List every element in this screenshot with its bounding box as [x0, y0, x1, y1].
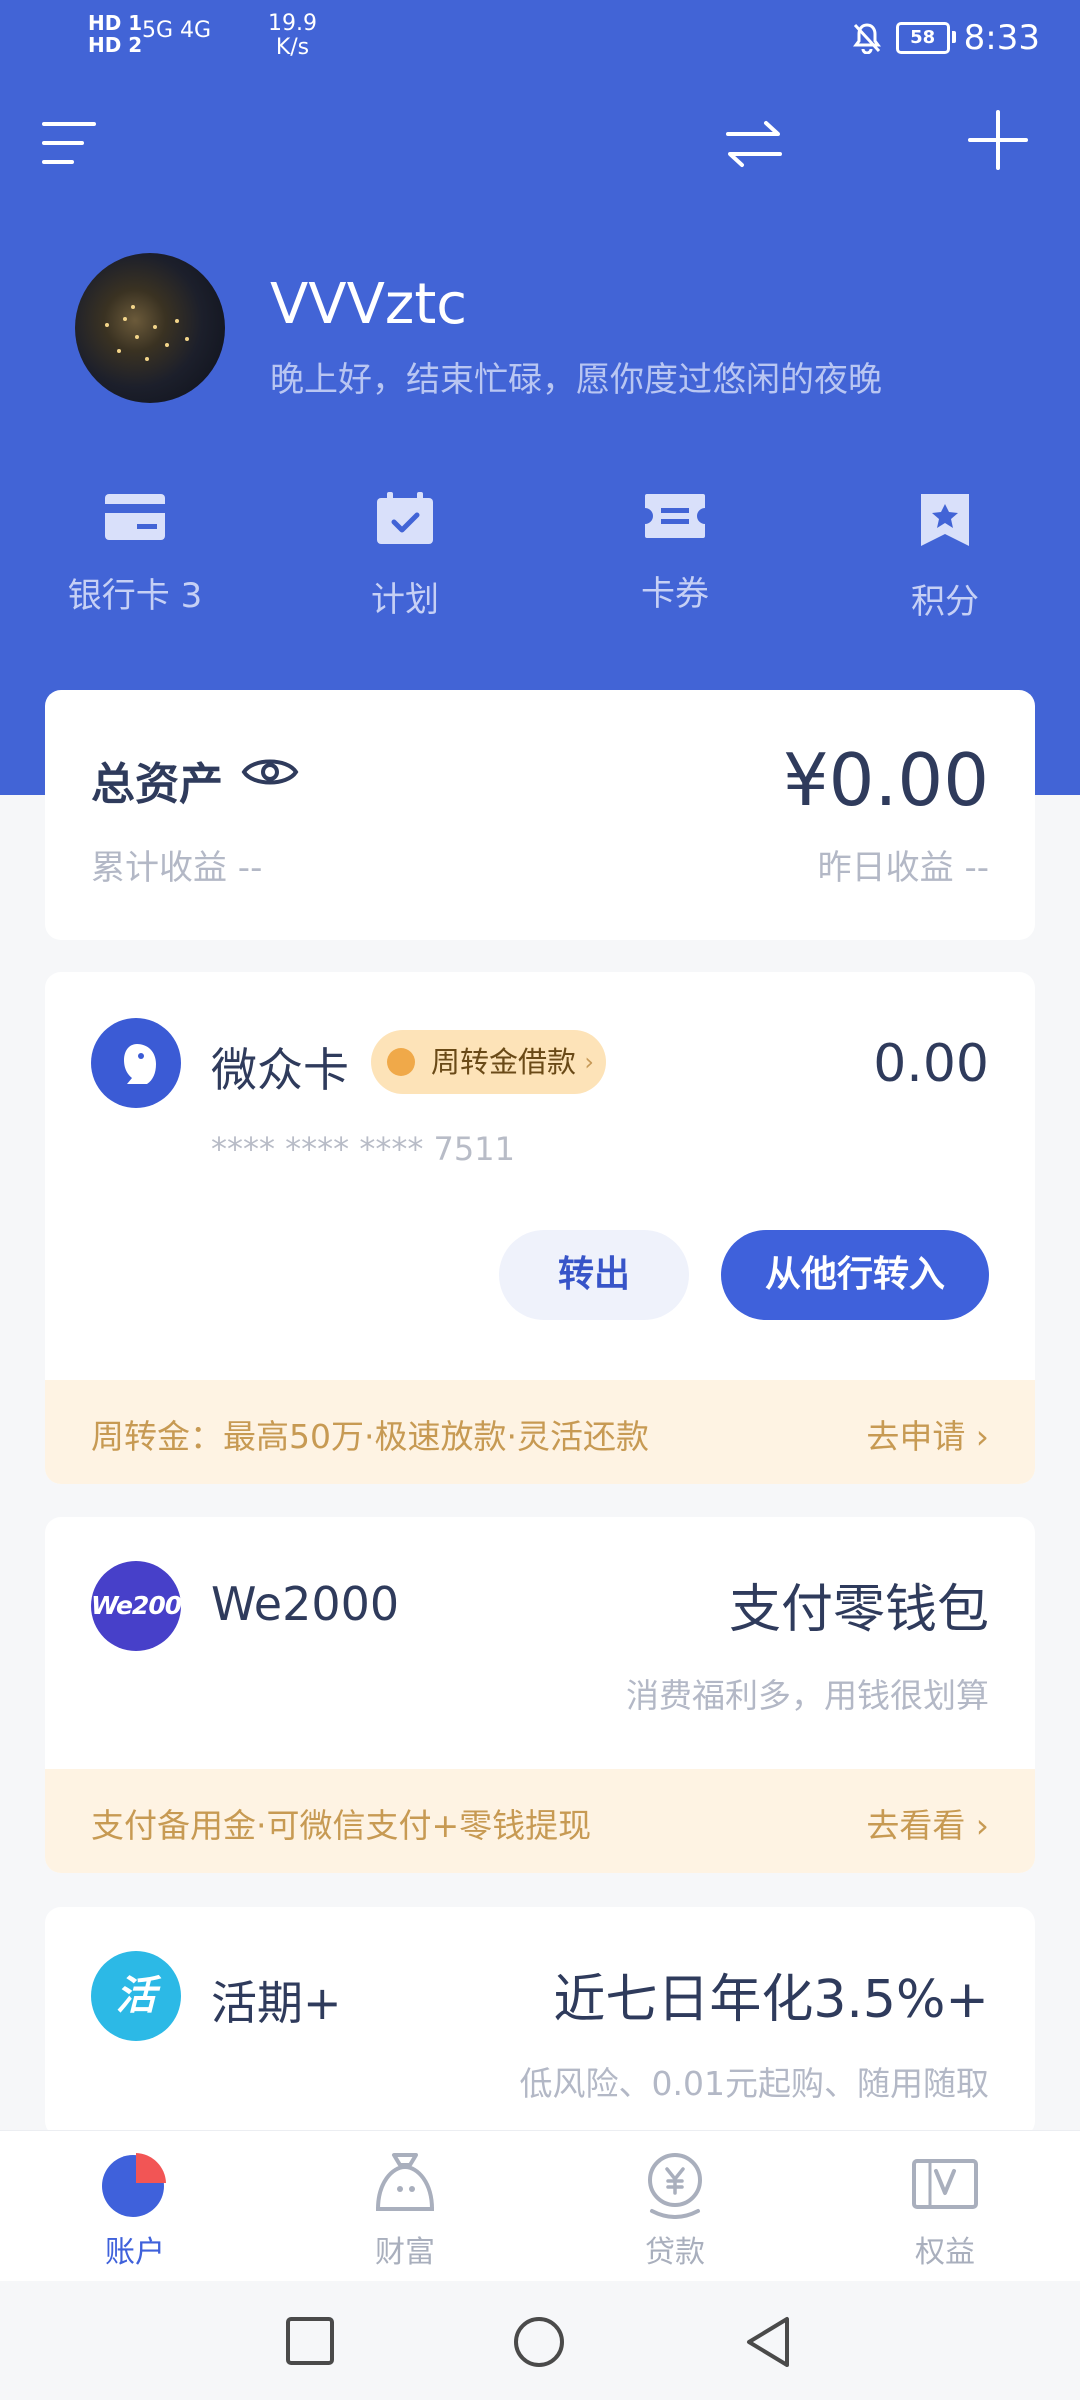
greeting-text: 晚上好，结束忙碌，愿你度过悠闲的夜晚 — [270, 360, 882, 400]
pie-chart-icon — [102, 2153, 166, 2217]
speed-unit: K/s — [275, 35, 310, 60]
promo-text: 周转金：最高50万·极速放款·灵活还款 — [91, 1417, 649, 1456]
tab-label: 权益 — [915, 2235, 975, 2270]
transfer-in-button[interactable]: 从他行转入 — [721, 1230, 989, 1320]
we2000-card[interactable]: We2000 We2000 支付零钱包 消费福利多，用钱很划算 支付备用金·可微… — [45, 1517, 1035, 1873]
weizhong-card[interactable]: 微众卡 周转金借款 › 0.00 **** **** **** 7511 转出 … — [45, 972, 1035, 1484]
total-asset-title: 总资产 — [91, 759, 223, 810]
loan-badge[interactable]: 周转金借款 › — [371, 1030, 607, 1094]
money-bag-icon — [376, 2153, 434, 2211]
shortcut-row: 银行卡 3 计划 卡券 积分 — [0, 480, 1080, 640]
hd-line-1: HD 1 — [88, 11, 143, 35]
eye-icon[interactable] — [241, 752, 299, 792]
promo-text: 支付备用金·可微信支付+零钱提现 — [91, 1806, 592, 1845]
total-asset-card[interactable]: 总资产 ¥0.00 累计收益 -- 昨日收益 -- — [45, 690, 1035, 940]
bottom-tab-bar: 账户 财富 贷款 权益 — [0, 2130, 1080, 2281]
apply-link[interactable]: 去申请 › — [866, 1410, 989, 1458]
shortcut-label: 计划 — [371, 580, 439, 620]
avatar[interactable] — [75, 253, 225, 403]
yuan-coin-icon — [648, 2153, 702, 2219]
huoqi-logo-icon: 活 — [91, 1951, 181, 2041]
transfer-icon[interactable] — [724, 114, 784, 174]
shortcut-points[interactable]: 积分 — [835, 480, 1055, 623]
weizhong-balance: 0.00 — [873, 1034, 989, 1094]
top-bar — [0, 100, 1080, 190]
tab-label: 贷款 — [645, 2235, 705, 2270]
cumulative-earnings: 累计收益 -- — [91, 848, 263, 888]
chevron-right-icon: › — [584, 1048, 595, 1076]
coin-icon — [387, 1048, 415, 1076]
add-icon[interactable] — [968, 110, 1028, 170]
view-link[interactable]: 去看看 › — [866, 1799, 989, 1847]
shortcut-label: 银行卡 3 — [67, 576, 203, 616]
username[interactable]: VVVztc — [270, 272, 467, 337]
status-bar: HD 1 HD 2 5G 4G 19.9 K/s 58 8:33 — [0, 0, 1080, 80]
hd-indicator: HD 1 HD 2 — [88, 12, 142, 56]
card-number: **** **** **** 7511 — [211, 1130, 515, 1168]
yesterday-earnings: 昨日收益 -- — [817, 848, 989, 888]
shortcut-label: 卡券 — [641, 574, 709, 614]
we2000-title: 支付零钱包 — [728, 1580, 989, 1640]
tab-account[interactable]: 账户 — [35, 2149, 235, 2271]
coupon-icon — [645, 494, 705, 538]
signal-text: 5G 4G — [142, 18, 212, 43]
status-right: 58 8:33 — [852, 18, 1040, 58]
hd-line-2: HD 2 — [88, 33, 143, 57]
recents-square-icon[interactable] — [283, 2314, 337, 2368]
menu-icon[interactable] — [42, 118, 96, 168]
calendar-check-icon — [377, 492, 433, 544]
we2000-subtitle: 消费福利多，用钱很划算 — [626, 1676, 989, 1715]
voucher-icon — [912, 2159, 978, 2209]
tab-label: 账户 — [105, 2235, 165, 2270]
shortcut-bank-card[interactable]: 银行卡 3 — [25, 480, 245, 617]
weizhong-logo-icon — [91, 1018, 181, 1108]
tab-wealth[interactable]: 财富 — [305, 2149, 505, 2271]
we2000-name: We2000 — [211, 1577, 400, 1631]
home-circle-icon[interactable] — [511, 2314, 567, 2370]
back-triangle-icon[interactable] — [741, 2314, 795, 2370]
clock: 8:33 — [963, 18, 1040, 58]
huoqi-rate: 近七日年化3.5%+ — [553, 1970, 989, 2030]
huoqi-subtitle: 低风险、0.01元起购、随用随取 — [519, 2064, 989, 2103]
network-speed: 19.9 K/s — [268, 12, 317, 60]
loan-badge-label: 周转金借款 — [431, 1045, 577, 1079]
total-asset-amount: ¥0.00 — [782, 738, 989, 822]
tab-label: 财富 — [375, 2235, 435, 2270]
loan-promo-banner[interactable]: 周转金：最高50万·极速放款·灵活还款 去申请 › — [45, 1380, 1035, 1484]
bank-card-icon — [105, 494, 165, 540]
transfer-out-button[interactable]: 转出 — [499, 1230, 689, 1320]
shortcut-plan[interactable]: 计划 — [295, 480, 515, 621]
huoqi-card[interactable]: 活 活期+ 近七日年化3.5%+ 低风险、0.01元起购、随用随取 — [45, 1907, 1035, 2137]
we2000-logo-icon: We2000 — [91, 1561, 199, 1651]
system-nav-bar — [0, 2282, 1080, 2400]
tab-benefits[interactable]: 权益 — [845, 2149, 1045, 2271]
points-bookmark-icon — [921, 494, 969, 546]
weizhong-card-name: 微众卡 — [211, 1043, 349, 1097]
tab-loan[interactable]: 贷款 — [575, 2149, 775, 2271]
payment-promo-banner[interactable]: 支付备用金·可微信支付+零钱提现 去看看 › — [45, 1769, 1035, 1873]
shortcut-label: 积分 — [911, 582, 979, 622]
shortcut-coupon[interactable]: 卡券 — [565, 480, 785, 615]
battery-icon: 58 — [895, 22, 956, 54]
mute-bell-icon — [852, 23, 881, 54]
huoqi-name: 活期+ — [211, 1976, 342, 2030]
speed-value: 19.9 — [268, 11, 317, 36]
